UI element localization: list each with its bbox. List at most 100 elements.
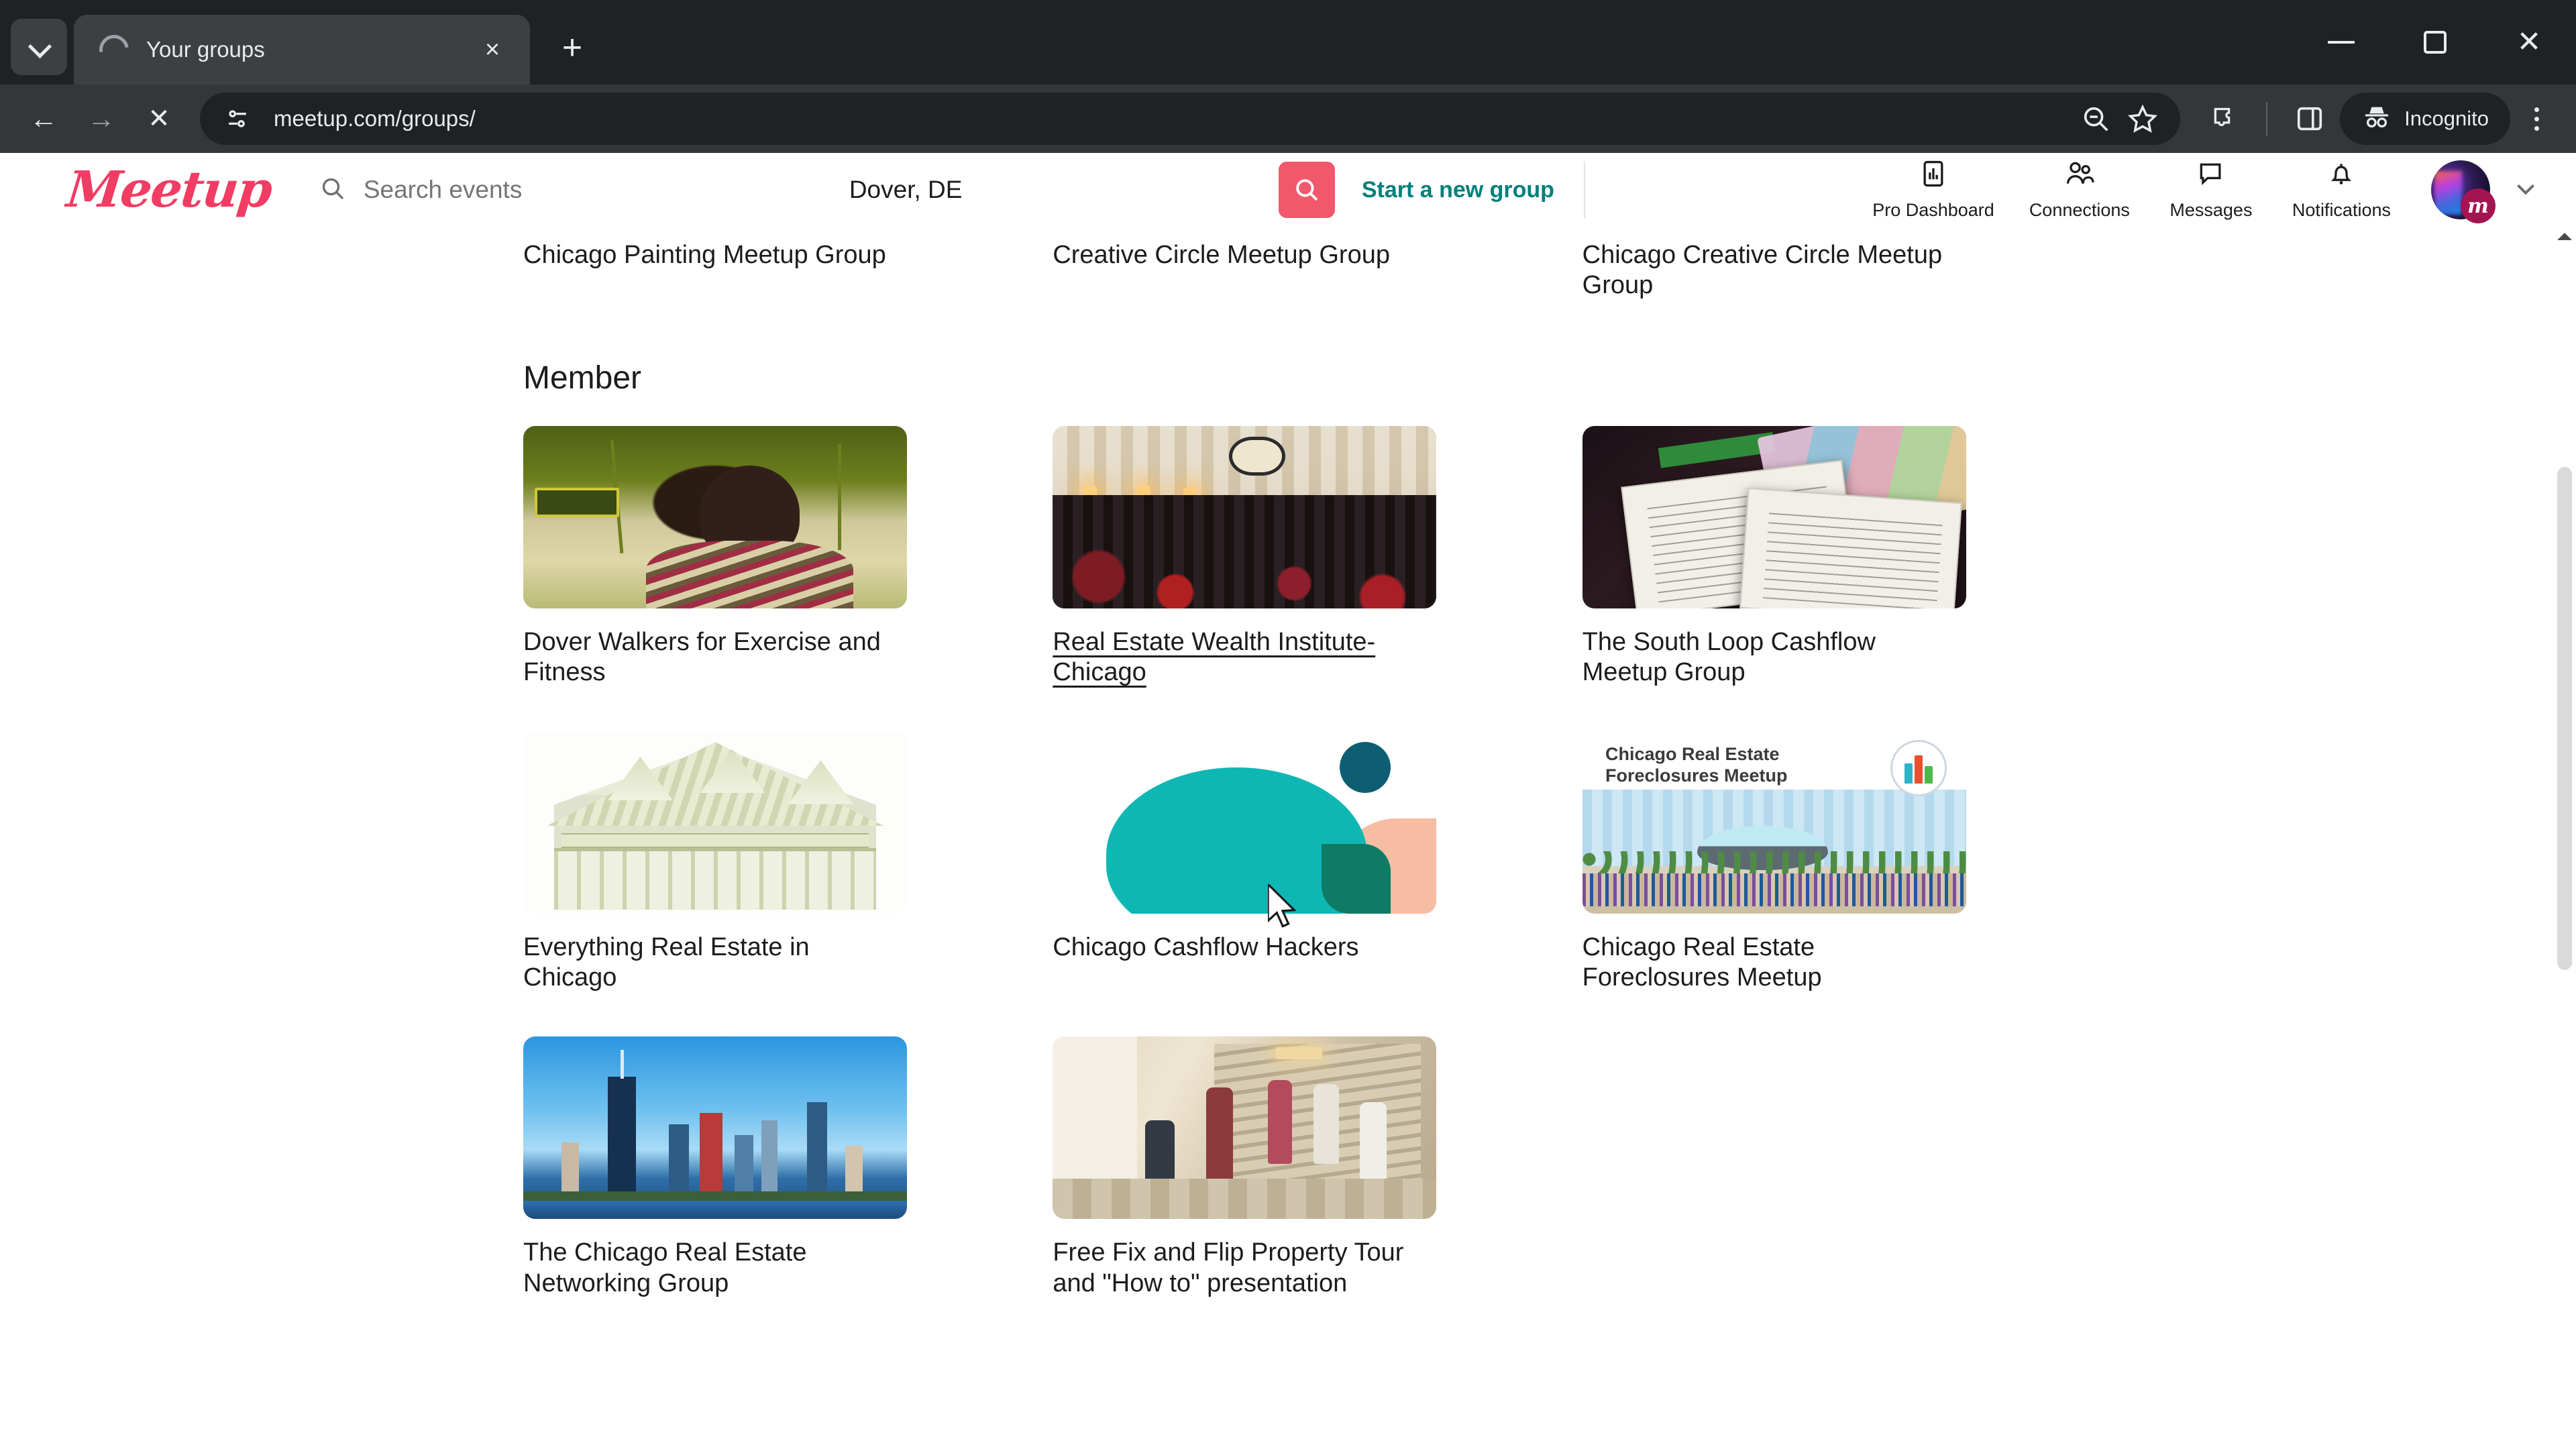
group-title[interactable]: The Chicago Real Estate Networking Group (523, 1238, 906, 1299)
group-title[interactable]: Everything Real Estate in Chicago (523, 932, 906, 994)
avatar[interactable]: m (2431, 160, 2496, 223)
paper-shape (1739, 488, 1963, 608)
scroll-up-button[interactable] (2553, 227, 2576, 246)
forward-button[interactable]: → (74, 91, 129, 146)
green-label-shape (1658, 432, 1775, 469)
group-thumbnail-money-house[interactable] (523, 731, 907, 914)
group-thumbnail-chicago-skyline[interactable] (523, 1036, 907, 1220)
tab-strip: Your groups × + ✕ (0, 0, 2576, 85)
tab-search-button[interactable] (11, 19, 67, 75)
maximize-button[interactable] (2388, 0, 2482, 85)
paper-lines (1762, 506, 1943, 608)
nav-item-connections[interactable]: Connections (2012, 159, 2147, 221)
incognito-indicator[interactable]: Incognito (2340, 93, 2510, 145)
search-events-field[interactable]: Search events (319, 175, 849, 205)
browser-tab[interactable]: Your groups × (74, 15, 530, 85)
group-thumbnail-foreclosures-banner[interactable]: Chicago Real Estate Foreclosures Meetup (1582, 731, 1966, 914)
stop-loading-button[interactable]: ✕ (131, 91, 186, 146)
floor-shape (1053, 1179, 1437, 1220)
extensions-button[interactable] (2196, 91, 2251, 146)
scrollbar-thumb[interactable] (2557, 467, 2572, 970)
group-thumbnail-woman-palm-trees[interactable] (523, 425, 907, 608)
start-a-new-group-link[interactable]: Start a new group (1362, 177, 1554, 203)
zoom-out-icon[interactable] (2077, 100, 2114, 138)
porch-shape (553, 847, 877, 910)
vertical-scrollbar[interactable] (2553, 227, 2576, 1449)
site-settings-icon[interactable] (219, 100, 256, 138)
group-title[interactable]: Chicago Cashflow Hackers (1053, 932, 1435, 963)
nav-item-messages[interactable]: Messages (2147, 159, 2275, 221)
minimize-button[interactable] (2294, 0, 2388, 85)
incognito-label: Incognito (2404, 107, 2489, 130)
avatar-badge: m (2461, 189, 2496, 223)
group-card[interactable]: Everything Real Estate in Chicago (523, 731, 907, 994)
address-bar[interactable]: meetup.com/groups/ (200, 93, 2181, 145)
group-title-clipped[interactable]: Chicago Painting Meetup Group (523, 240, 906, 301)
building-shape (561, 1142, 580, 1197)
chart-bar-icon (1919, 159, 1948, 192)
group-title[interactable]: Dover Walkers for Exercise and Fitness (523, 627, 906, 688)
search-placeholder: Search events (363, 176, 523, 203)
page-content: Chicago Painting Meetup Group Creative C… (0, 227, 2576, 1449)
close-tab-button[interactable]: × (475, 32, 510, 67)
back-button[interactable]: ← (16, 91, 71, 146)
nav-label: Connections (2029, 200, 2130, 220)
location-field[interactable]: Dover, DE (849, 176, 1279, 204)
section-heading-member: Member (523, 360, 642, 396)
ceiling-lamp-shape (1275, 1047, 1323, 1060)
toolbar-divider (2266, 102, 2268, 136)
nav-label: Messages (2169, 200, 2253, 220)
group-card[interactable]: Real Estate Wealth Institute-Chicago (1053, 425, 1437, 688)
lake-shape (523, 1200, 907, 1220)
search-submit-button[interactable] (1278, 162, 1335, 218)
browser-toolbar: ← → ✕ meetup.com/groups/ Incognito (0, 85, 2576, 153)
account-chevron-down-icon[interactable] (2510, 173, 2541, 207)
location-value: Dover, DE (849, 176, 963, 203)
meetup-logo[interactable]: Meetup (64, 161, 274, 219)
navy-circle-shape (1339, 742, 1391, 794)
group-card[interactable]: Chicago Cashflow Hackers (1053, 731, 1437, 994)
group-title-clipped[interactable]: Chicago Creative Circle Meetup Group (1582, 240, 1965, 301)
search-icon (319, 175, 346, 205)
group-card[interactable]: The South Loop Cashflow Meetup Group (1582, 425, 1966, 688)
group-thumbnail-conference-hall[interactable] (1053, 425, 1437, 608)
chat-bubble-icon (2196, 159, 2226, 192)
badge-bar (1904, 763, 1913, 784)
header-divider (1583, 161, 1585, 219)
group-title-clipped[interactable]: Creative Circle Meetup Group (1053, 240, 1435, 301)
omnibox-actions (2077, 100, 2161, 138)
close-icon: ✕ (148, 104, 170, 133)
group-title[interactable]: The South Loop Cashflow Meetup Group (1582, 627, 1965, 688)
close-window-button[interactable]: ✕ (2482, 0, 2576, 85)
side-panel-button[interactable] (2282, 91, 2337, 146)
group-card[interactable]: The Chicago Real Estate Networking Group (523, 1036, 907, 1299)
bookmark-star-icon[interactable] (2124, 100, 2161, 138)
group-thumbnail-documents[interactable] (1582, 425, 1966, 608)
badge-bar (1915, 755, 1923, 784)
nav-label: Notifications (2292, 200, 2391, 220)
browser-menu-button[interactable] (2513, 91, 2560, 146)
scrollbar-track[interactable] (2553, 246, 2576, 1449)
people-icon (2063, 159, 2096, 192)
group-title[interactable]: Free Fix and Flip Property Tour and "How… (1053, 1238, 1435, 1299)
maximize-icon (2424, 31, 2447, 54)
group-thumbnail-abstract-shapes[interactable] (1053, 731, 1437, 914)
nav-item-pro-dashboard[interactable]: Pro Dashboard (1855, 159, 2012, 221)
audience-shape (1053, 495, 1437, 608)
group-card[interactable]: Free Fix and Flip Property Tour and "How… (1053, 1036, 1437, 1299)
minimize-icon (2328, 41, 2355, 44)
new-tab-button[interactable]: + (549, 24, 596, 71)
page-viewport: Meetup Search events Dover, DE Start a n… (0, 153, 2576, 1449)
building-shape (700, 1113, 723, 1197)
url-text: meetup.com/groups/ (274, 106, 476, 131)
nav-item-notifications[interactable]: Notifications (2275, 159, 2408, 221)
chandelier-shape (1229, 436, 1286, 476)
building-shape (734, 1134, 753, 1197)
group-thumbnail-property-tour[interactable] (1053, 1036, 1437, 1220)
group-title[interactable]: Chicago Real Estate Foreclosures Meetup (1582, 932, 1965, 994)
group-title[interactable]: Real Estate Wealth Institute-Chicago (1053, 627, 1435, 688)
tab-title: Your groups (146, 37, 265, 62)
chevron-down-icon (29, 37, 49, 57)
group-card[interactable]: Chicago Real Estate Foreclosures Meetup … (1582, 731, 1966, 994)
group-card[interactable]: Dover Walkers for Exercise and Fitness (523, 425, 907, 688)
